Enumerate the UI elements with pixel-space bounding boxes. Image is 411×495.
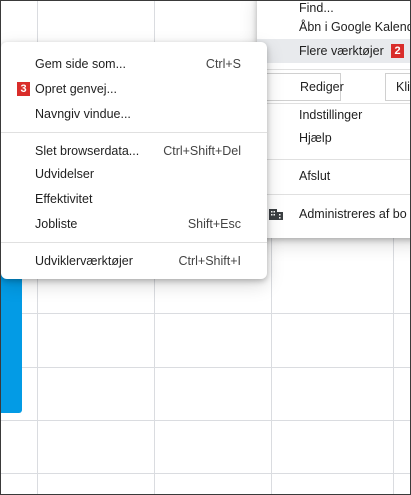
grid-line — [1, 420, 410, 421]
menu-row-edit: Rediger Klip — [257, 73, 410, 101]
menu-item-label: Flere værktøjer — [299, 44, 384, 58]
browser-main-menu: Find... Åbn i Google Kalender Flere værk… — [257, 1, 410, 238]
menu-item-extensions[interactable]: Udvidelser — [1, 163, 267, 185]
menu-item-label: Slet browserdata... — [35, 144, 140, 158]
menu-item-exit[interactable]: Afslut — [257, 165, 410, 187]
step-badge: 3 — [17, 82, 30, 96]
menu-item-task-manager[interactable]: Jobliste Shift+Esc — [1, 213, 267, 235]
menu-item-name-window[interactable]: Navngiv vindue... — [1, 103, 267, 125]
menu-item-performance[interactable]: Effektivitet — [1, 188, 267, 210]
menu-item-shortcut: Shift+Esc — [187, 217, 241, 231]
menu-item-shortcut: Ctrl+Shift+I — [178, 254, 241, 268]
menu-item-edit[interactable]: Rediger — [257, 73, 344, 101]
menu-item-more-tools[interactable]: Flere værktøjer 2 — [257, 39, 410, 63]
building-icon — [269, 209, 283, 220]
menu-item-label: Indstillinger — [299, 108, 363, 122]
menu-item-label: Effektivitet — [35, 192, 93, 206]
menu-item-shortcut: Ctrl+S — [205, 57, 241, 71]
menu-item-clear-browsing-data[interactable]: Slet browserdata... Ctrl+Shift+Del — [1, 140, 267, 162]
menu-item-label: Administreres af bo — [299, 207, 407, 221]
menu-item-label: Hjælp — [299, 131, 332, 145]
more-tools-submenu: Gem side som... Ctrl+S 3 Opret genvej...… — [1, 42, 267, 279]
grid-line — [1, 473, 410, 474]
menu-separator — [257, 159, 410, 160]
menu-separator — [1, 132, 267, 133]
menu-item-shortcut: Ctrl+Shift+Del — [163, 144, 241, 158]
menu-item-label: Klip — [396, 80, 410, 94]
menu-item-label: Opret genvej... — [35, 82, 117, 96]
menu-separator — [257, 194, 410, 195]
menu-item-cut[interactable]: Klip — [385, 73, 410, 101]
menu-item-label: Jobliste — [35, 217, 78, 231]
browser-window: Find... Åbn i Google Kalender Flere værk… — [0, 0, 411, 495]
menu-item-open-google-calendar[interactable]: Åbn i Google Kalender — [257, 16, 410, 38]
menu-item-settings[interactable]: Indstillinger — [257, 104, 410, 126]
grid-line — [1, 313, 410, 314]
menu-item-label: Udviklerværktøjer — [35, 254, 133, 268]
menu-item-managed-by[interactable]: Administreres af bo — [257, 203, 410, 225]
menu-item-label: Afslut — [299, 169, 331, 183]
menu-item-label: Rediger — [300, 80, 344, 94]
menu-item-create-shortcut[interactable]: 3 Opret genvej... — [1, 78, 267, 100]
menu-item-label: Navngiv vindue... — [35, 107, 131, 121]
menu-item-label: Find... — [299, 1, 334, 15]
menu-item-save-page-as[interactable]: Gem side som... Ctrl+S — [1, 53, 267, 75]
menu-separator — [257, 69, 410, 70]
menu-item-label: Udvidelser — [35, 167, 95, 181]
menu-item-label: Gem side som... — [35, 57, 126, 71]
step-badge: 2 — [391, 44, 404, 58]
menu-item-developer-tools[interactable]: Udviklerværktøjer Ctrl+Shift+I — [1, 250, 267, 272]
menu-item-label: Åbn i Google Kalender — [299, 20, 410, 34]
menu-separator — [1, 242, 267, 243]
menu-item-help[interactable]: Hjælp — [257, 127, 410, 149]
grid-line — [1, 367, 410, 368]
